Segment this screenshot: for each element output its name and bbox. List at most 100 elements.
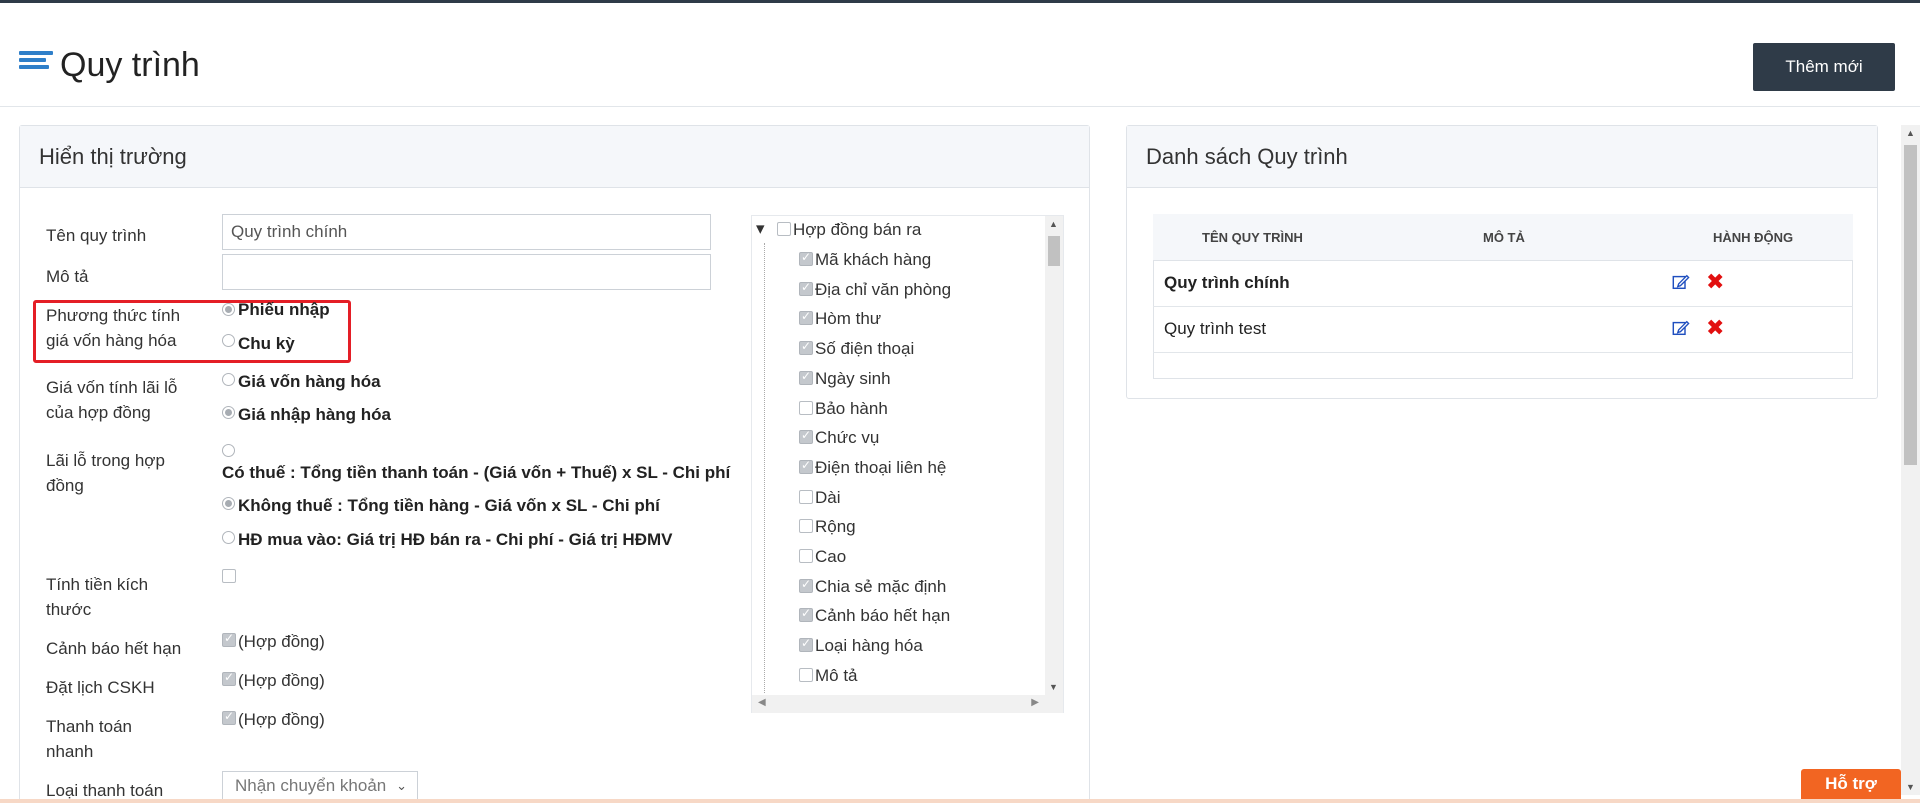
tree-item-checkbox[interactable] — [799, 280, 813, 296]
tree-item-label: Địa chỉ văn phòng — [815, 279, 952, 299]
cost-method-cycle-label: Chu kỳ — [238, 334, 295, 353]
description-input[interactable] — [222, 254, 711, 290]
tree-item-checkbox[interactable] — [799, 606, 813, 623]
edit-icon[interactable] — [1671, 273, 1690, 291]
tree-item[interactable]: Địa chỉ văn phòng — [799, 280, 951, 300]
scroll-left-icon[interactable]: ◀ — [758, 697, 766, 708]
tree-item-label: Loại hàng hóa — [815, 636, 923, 656]
expiry-warning-checkbox[interactable] — [222, 631, 236, 647]
tree-item[interactable]: Ngày sinh — [799, 369, 891, 389]
tree-item[interactable]: Chia sẻ mặc định — [799, 577, 946, 597]
tree-item[interactable]: Mô tả — [799, 666, 858, 686]
tree-item[interactable]: Số điện thoại — [799, 339, 914, 359]
tree-item-label: Bảo hành — [815, 398, 888, 418]
tree-item-checkbox[interactable] — [799, 250, 813, 266]
tree-item[interactable]: Loại hàng hóa — [799, 636, 923, 656]
profit-purchase-radio[interactable] — [222, 531, 235, 544]
tree-item[interactable]: Bảo hành — [799, 399, 888, 419]
size-pricing-checkbox[interactable] — [222, 569, 236, 583]
profit-cost-goods-radio[interactable] — [222, 373, 235, 386]
tree-toggle-icon[interactable]: ▾ — [756, 219, 765, 239]
process-name-input[interactable] — [222, 214, 711, 250]
tree-item[interactable]: Rộng — [799, 517, 856, 537]
profit-notax-radio[interactable] — [222, 497, 235, 510]
expiry-warning-value: (Hợp đồng) — [238, 632, 325, 651]
tree-horizontal-scrollbar[interactable]: ◀ ▶ — [752, 695, 1063, 713]
page-title: Quy trình — [60, 46, 200, 84]
tree-root[interactable]: Hợp đồng bán ra — [777, 220, 921, 240]
scroll-up-icon[interactable]: ▲ — [1049, 219, 1058, 229]
support-button[interactable]: Hỗ trợ — [1801, 769, 1901, 799]
profit-tax-radio[interactable] — [222, 444, 235, 457]
tree-root-checkbox[interactable] — [777, 222, 791, 236]
schedule-care-checkbox[interactable] — [222, 670, 236, 686]
add-new-button[interactable]: Thêm mới — [1753, 43, 1895, 91]
table-row[interactable]: Quy trình chính ✖ — [1153, 261, 1853, 307]
tree-item[interactable]: Cao — [799, 547, 846, 567]
delete-icon[interactable]: ✖ — [1706, 271, 1724, 293]
scroll-thumb[interactable] — [1904, 145, 1917, 465]
tree-item-checkbox[interactable] — [799, 636, 813, 653]
tree-item-label: Cảnh báo hết hạn — [815, 606, 951, 626]
tree-item[interactable]: Mã khách hàng — [799, 250, 931, 270]
expiry-warning-label: Cảnh báo hết hạn — [46, 639, 182, 658]
cost-method-cycle-radio[interactable] — [222, 334, 235, 347]
tree-item-label: Dài — [815, 487, 841, 507]
scroll-down-icon[interactable]: ▼ — [1906, 782, 1915, 792]
tree-item-checkbox[interactable] — [799, 519, 813, 534]
menu-icon[interactable] — [19, 51, 53, 78]
schedule-care-value: (Hợp đồng) — [238, 671, 325, 690]
quick-payment-checkbox[interactable] — [222, 709, 236, 725]
tree-vertical-scrollbar[interactable]: ▲ ▼ — [1045, 216, 1063, 695]
tree-item-checkbox[interactable] — [799, 428, 813, 445]
tree-item-checkbox[interactable] — [799, 309, 813, 326]
tree-item[interactable]: Chức vụ — [799, 428, 879, 448]
scroll-up-icon[interactable]: ▲ — [1906, 128, 1915, 138]
table-header: TÊN QUY TRÌNH MÔ TẢ HÀNH ĐỘNG — [1153, 214, 1853, 261]
tree-item[interactable]: Cảnh báo hết hạn — [799, 606, 950, 626]
tree-item-checkbox[interactable] — [799, 369, 813, 385]
profit-label: Lãi lỗ trong hợp đồng — [46, 451, 165, 495]
scroll-thumb[interactable] — [1048, 236, 1060, 266]
edit-icon[interactable] — [1671, 319, 1690, 337]
tree-item-checkbox[interactable] — [799, 339, 813, 356]
tree-item-label: Chia sẻ mặc định — [815, 576, 947, 596]
tree-item-label: Mã khách hàng — [815, 250, 932, 269]
column-name: TÊN QUY TRÌNH — [1202, 230, 1303, 245]
page-scrollbar[interactable]: ▲ ▼ — [1901, 125, 1920, 795]
tree-guide-line — [764, 243, 765, 693]
tree-item-checkbox[interactable] — [799, 577, 813, 593]
table-row[interactable]: Quy trình test ✖ — [1153, 307, 1853, 353]
tree-item[interactable]: Dài — [799, 488, 841, 508]
tree-item-checkbox[interactable] — [799, 549, 813, 563]
tree-item-label: Hòm thư — [815, 309, 882, 329]
tree-item-label: Ngày sinh — [815, 368, 891, 388]
tree-item[interactable]: Hòm thư — [799, 309, 881, 329]
delete-icon[interactable]: ✖ — [1706, 317, 1724, 339]
cost-method-label: Phương thức tính giá vốn hàng hóa — [46, 306, 181, 350]
tree-item-label: Chức vụ — [815, 428, 880, 448]
tree-item-checkbox[interactable] — [799, 400, 813, 415]
tree-item[interactable]: Điện thoại liên hệ — [799, 458, 946, 478]
process-name-label: Tên quy trình — [46, 226, 147, 245]
cost-method-receipt-radio[interactable] — [222, 303, 235, 316]
profit-cost-goods-label: Giá vốn hàng hóa — [238, 372, 381, 391]
column-actions: HÀNH ĐỘNG — [1713, 230, 1794, 245]
profit-tax-label: Có thuế : Tổng tiền thanh toán - (Giá vố… — [222, 463, 731, 482]
page-header: Quy trình Thêm mới — [0, 3, 1920, 107]
description-label: Mô tả — [46, 267, 89, 286]
row-name[interactable]: Quy trình test — [1164, 319, 1266, 339]
cost-method-receipt-label: Phiếu nhập — [238, 300, 330, 319]
quick-payment-value: (Hợp đồng) — [238, 710, 325, 729]
tree-item-checkbox[interactable] — [799, 458, 813, 474]
tree-item-label: Điện thoại liên hệ — [815, 457, 947, 477]
tree-item-checkbox[interactable] — [799, 489, 813, 504]
bottom-border — [0, 799, 1920, 803]
tree-item-checkbox[interactable] — [799, 667, 813, 682]
row-name[interactable]: Quy trình chính — [1164, 273, 1290, 293]
profit-notax-label: Không thuế : Tổng tiền hàng - Giá vốn x … — [238, 496, 660, 515]
profit-cost-import-radio[interactable] — [222, 406, 235, 419]
profit-purchase-label: HĐ mua vào: Giá trị HĐ bán ra - Chi phí … — [238, 530, 673, 549]
scroll-right-icon[interactable]: ▶ — [1031, 697, 1039, 708]
scroll-down-icon[interactable]: ▼ — [1049, 682, 1058, 692]
